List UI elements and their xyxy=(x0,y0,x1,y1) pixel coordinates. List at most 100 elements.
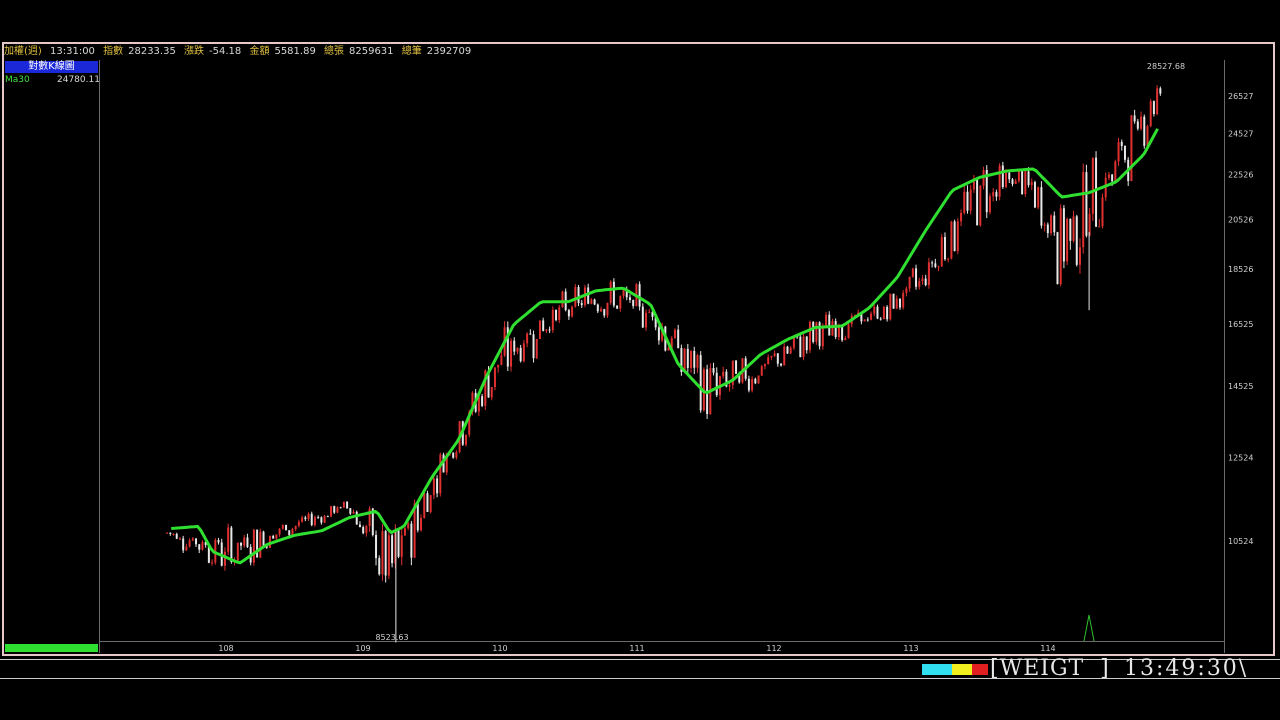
candle-body xyxy=(548,329,551,331)
candle-body xyxy=(1120,141,1123,147)
candle-body xyxy=(847,324,850,339)
candle-body xyxy=(641,306,644,328)
candle-body xyxy=(754,378,757,384)
candle-body xyxy=(1008,172,1011,180)
candle-body xyxy=(522,343,525,362)
candle-body xyxy=(1091,157,1094,214)
y-tick-label: 20526 xyxy=(1228,215,1253,224)
candle-body xyxy=(609,281,612,303)
candle-body xyxy=(1050,215,1053,234)
candle-body xyxy=(947,258,950,260)
candle-body xyxy=(455,451,458,458)
candle-body xyxy=(886,306,889,320)
candle-body xyxy=(686,348,689,368)
candle-body xyxy=(956,221,959,252)
candle-body xyxy=(188,540,191,547)
candle-body xyxy=(992,192,995,197)
candle-body xyxy=(432,478,435,496)
candle-body xyxy=(612,281,615,306)
candle-body xyxy=(937,266,940,268)
candle-body xyxy=(551,309,554,331)
indicator-peak xyxy=(1083,614,1095,642)
candle-body xyxy=(252,529,255,563)
candle-body xyxy=(1078,247,1081,265)
candle-body xyxy=(828,314,831,336)
candle-body xyxy=(844,338,847,341)
candle-body xyxy=(1114,161,1117,182)
y-tick-label: 12524 xyxy=(1228,453,1253,462)
candle-body xyxy=(497,364,500,368)
candle-body xyxy=(1140,116,1143,129)
candle-body xyxy=(606,302,609,316)
candle-body xyxy=(821,325,824,347)
candle-body xyxy=(420,518,423,531)
candle-body xyxy=(317,517,320,519)
candle-body xyxy=(657,327,660,341)
candle-body xyxy=(1014,180,1017,184)
x-tick-label: 113 xyxy=(903,644,918,653)
candle-body xyxy=(960,212,963,222)
x-tick-label: 111 xyxy=(629,644,644,653)
y-tick-label: 26527 xyxy=(1228,92,1253,101)
candle-body xyxy=(1043,224,1046,226)
candle-body xyxy=(243,537,246,546)
candle-body xyxy=(622,290,625,297)
candle-body xyxy=(1101,197,1104,227)
candle-body xyxy=(763,364,766,367)
low-value-label: 8523.63 xyxy=(375,633,408,642)
candle-body xyxy=(281,524,284,529)
candle-body xyxy=(1005,172,1008,188)
y-tick-label: 18526 xyxy=(1228,265,1253,274)
candle-body xyxy=(1056,232,1059,285)
candle-body xyxy=(571,306,574,317)
candle-body xyxy=(898,298,901,308)
candle-body xyxy=(902,292,905,308)
candle-body xyxy=(911,268,914,277)
candle-body xyxy=(1033,182,1036,208)
candle-body xyxy=(1082,172,1085,248)
candle-body xyxy=(510,340,513,367)
candle-body xyxy=(1075,216,1078,265)
candle-body xyxy=(542,320,545,331)
x-tick-label: 109 xyxy=(355,644,370,653)
candle-body xyxy=(873,306,876,314)
candle-body xyxy=(285,524,288,531)
candle-body xyxy=(532,334,535,359)
candle-body xyxy=(172,533,175,535)
candle-body xyxy=(304,517,307,520)
candle-body xyxy=(908,276,911,289)
candle-body xyxy=(288,530,291,536)
candle-body xyxy=(567,310,570,317)
candle-body xyxy=(677,329,680,349)
candle-body xyxy=(815,322,818,342)
candle-body xyxy=(1152,101,1155,114)
candle-body xyxy=(1123,146,1126,160)
high-value-label: 28527.68 xyxy=(1147,62,1185,71)
candle-body xyxy=(358,524,361,528)
candle-body xyxy=(1062,208,1065,262)
candle-body xyxy=(918,281,921,287)
candle-body xyxy=(1069,218,1072,241)
candle-body xyxy=(191,538,194,541)
candle-body xyxy=(365,526,368,534)
candle-body xyxy=(561,291,564,308)
candle-body xyxy=(969,189,972,211)
candle-body xyxy=(169,532,172,534)
candle-body xyxy=(574,287,577,307)
candle-body xyxy=(387,535,390,576)
candle-body xyxy=(500,355,503,365)
candle-body xyxy=(1130,115,1133,182)
candle-body xyxy=(1095,157,1098,227)
candle-body xyxy=(995,192,998,197)
candle-body xyxy=(513,340,516,352)
candle-body xyxy=(545,329,548,331)
candle-body xyxy=(645,312,648,328)
candle-body xyxy=(895,298,898,309)
candle-body xyxy=(802,336,805,357)
candle-body xyxy=(953,221,956,252)
candle-body xyxy=(227,527,230,552)
candle-body xyxy=(950,221,953,259)
candlestick-chart[interactable]: 26527 24527 22526 20526 18526 16525 14525 12524… xyxy=(0,0,1280,720)
candle-body xyxy=(786,346,789,354)
candle-body xyxy=(410,523,413,558)
